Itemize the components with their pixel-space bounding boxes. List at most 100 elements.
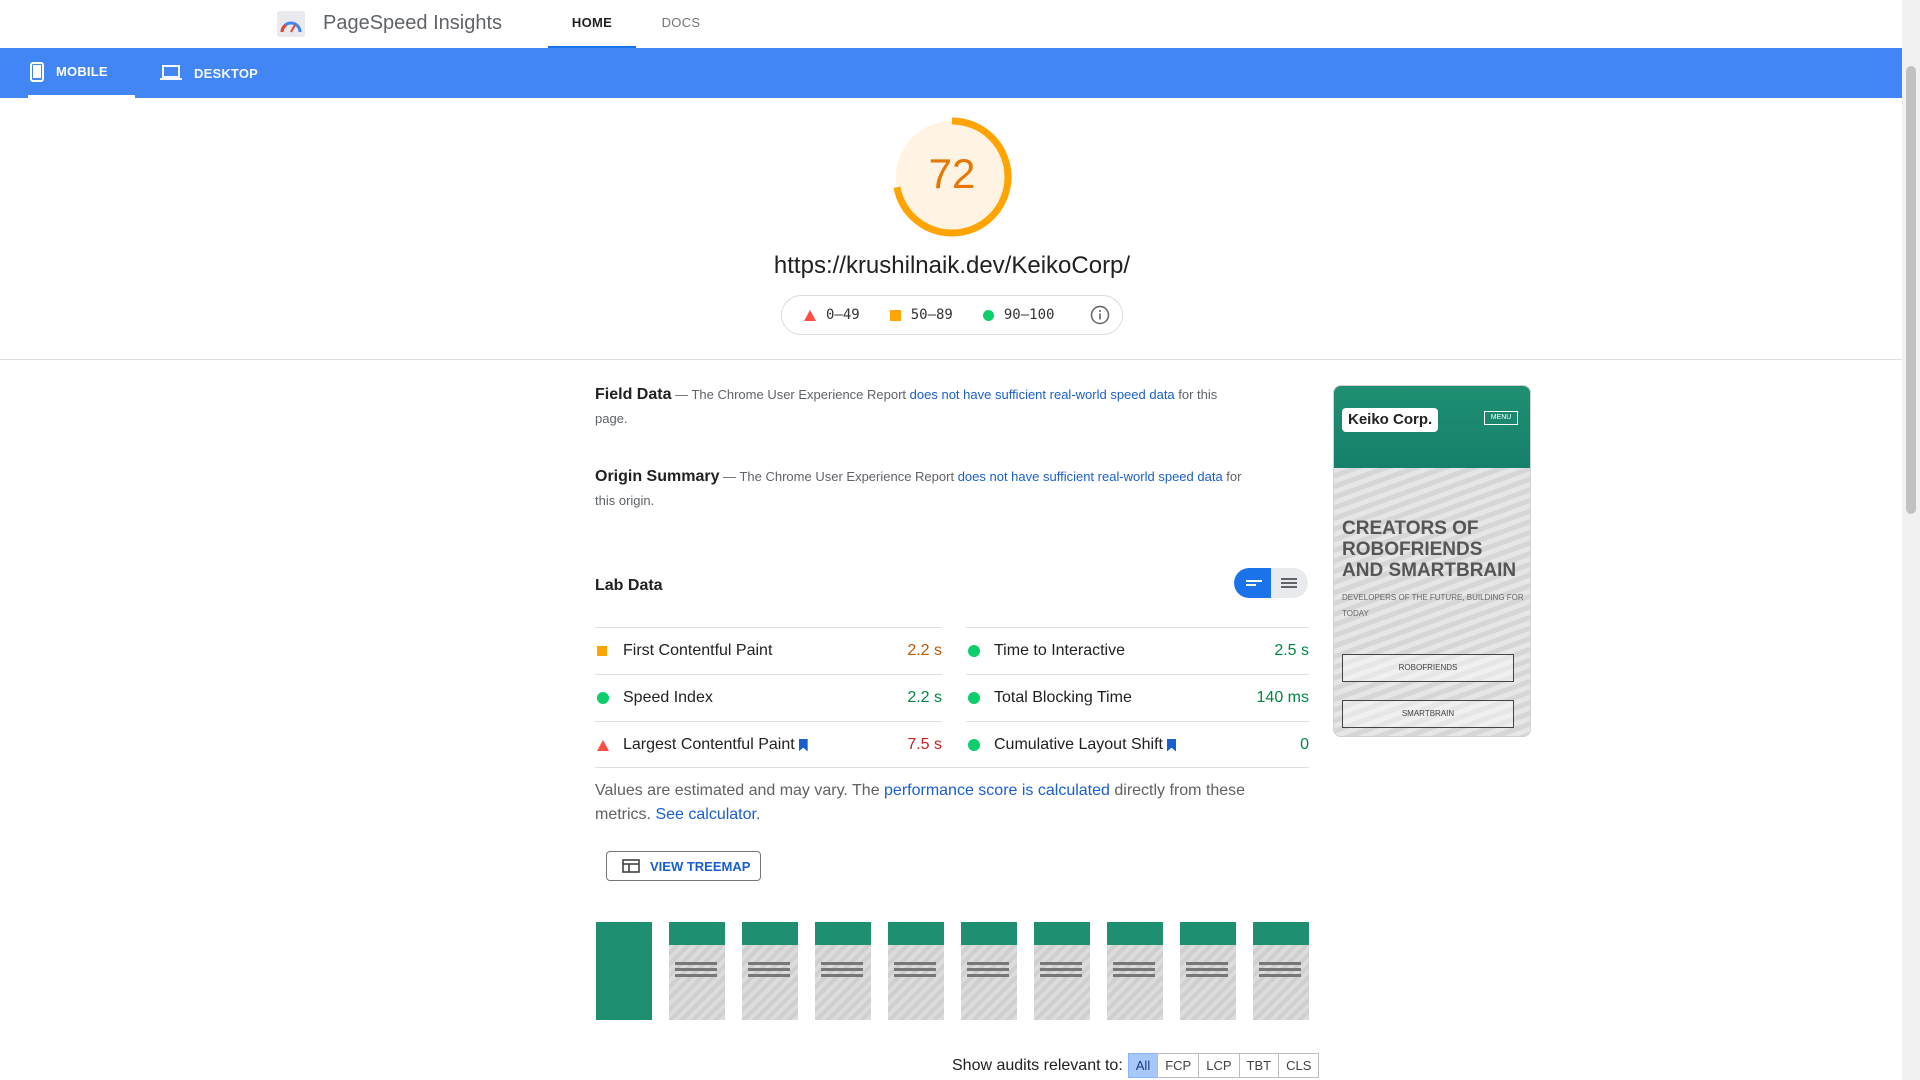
tab-mobile-label: MOBILE [56,64,108,79]
tab-desktop-label: DESKTOP [194,65,259,81]
metric-view-toggle[interactable] [1234,568,1308,598]
tab-mobile[interactable]: MOBILE [28,48,135,98]
metric-speed-index[interactable]: Speed Index 2.2 s [595,674,942,721]
legend-fail-range: 0–49 [826,307,860,323]
metric-status-icon [595,739,617,751]
filter-all-button[interactable]: All [1127,1053,1159,1078]
origin-summary-section: Origin Summary — The Chrome User Experie… [595,465,1245,513]
metric-lcp[interactable]: Largest Contentful Paint 7.5 s [595,721,942,768]
tab-desktop[interactable]: DESKTOP [160,48,258,98]
metric-label-text: Time to Interactive [994,642,1126,659]
metric-label: First Contentful Paint [623,642,907,660]
filmstrip-frame [742,922,798,1020]
vertical-scrollbar[interactable] [1902,0,1920,1080]
frame-text-line [1186,962,1228,965]
metric-value: 140 ms [1256,689,1309,706]
frame-header [888,922,944,945]
legend-pass: 90–100 [982,307,1054,323]
compact-view-button[interactable] [1234,568,1271,598]
score-calculated-link[interactable]: performance score is calculated [884,782,1110,799]
tested-url: https://krushilnaik.dev/KeikoCorp/ [773,252,1131,279]
filmstrip-frame [815,922,871,1020]
frame-text-line [821,968,863,971]
screenshot-logo: Keiko Corp. [1342,408,1439,432]
expanded-view-icon[interactable] [1271,568,1308,598]
frame-text-line [1113,962,1155,965]
view-treemap-label: VIEW TREEMAP [650,858,751,874]
frame-header [1253,922,1309,945]
metrics-bottom-divider [595,767,1309,768]
frame-body [1034,945,1090,1020]
frame-header [669,922,725,945]
metric-label: Speed Index [623,689,907,707]
app-title[interactable]: PageSpeed Insights [323,12,502,35]
pass-circle-icon [968,692,980,704]
metric-status-icon [966,739,988,751]
filter-lcp-button[interactable]: LCP [1198,1053,1240,1078]
metric-value: 0 [1300,736,1309,753]
final-screenshot: Keiko Corp. MENU CREATORS OF ROBOFRIENDS… [1333,385,1531,737]
top-header: PageSpeed Insights HOME DOCS [0,0,1902,48]
metric-status-icon [966,645,988,657]
filmstrip-frame [669,922,725,1020]
metric-tti[interactable]: Time to Interactive 2.5 s [966,627,1309,674]
performance-score: 72 [928,150,976,197]
frame-text-line [1040,968,1082,971]
field-data-link[interactable]: does not have sufficient real-world spee… [910,387,1175,402]
score-legend: 0–49 50–89 90–100 [781,295,1123,335]
frame-text-line [1259,962,1301,965]
smartphone-icon [30,61,44,82]
origin-summary-title: Origin Summary [595,468,720,485]
screenshot-button-robofriends: ROBOFRIENDS [1342,654,1514,682]
info-icon[interactable] [1090,305,1110,325]
tab-home[interactable]: HOME [548,0,636,48]
pass-circle-icon [968,739,980,751]
filmstrip-frame [1034,922,1090,1020]
metric-label-text: Cumulative Layout Shift [994,736,1163,753]
frame-text-line [675,962,717,965]
frame-body [742,945,798,1020]
frame-text-line [675,974,717,977]
screenshot-subheading: DEVELOPERS OF THE FUTURE, BUILDING FOR T… [1342,593,1524,618]
frame-body [888,945,944,1020]
pagespeed-logo-icon[interactable] [276,10,306,38]
metric-cls[interactable]: Cumulative Layout Shift 0 [966,721,1309,768]
frame-body [596,945,652,1020]
short-lines-icon [1246,580,1262,586]
view-treemap-button[interactable]: VIEW TREEMAP [606,851,761,881]
metric-fcp[interactable]: First Contentful Paint 2.2 s [595,627,942,674]
frame-header [742,922,798,945]
section-divider [0,359,1902,360]
frame-body [961,945,1017,1020]
metric-label: Cumulative Layout Shift [994,736,1300,754]
treemap-icon [622,859,640,873]
frame-text-line [967,968,1009,971]
origin-summary-link[interactable]: does not have sufficient real-world spee… [958,469,1223,484]
legend-average-range: 50–89 [910,307,953,323]
filmstrip [596,922,1309,1022]
frame-body [815,945,871,1020]
metric-label-text: Total Blocking Time [994,689,1132,706]
scrollbar-thumb[interactable] [1906,66,1916,514]
filter-fcp-button[interactable]: FCP [1157,1053,1200,1078]
frame-text-line [821,974,863,977]
metric-status-icon [595,646,617,656]
frame-text-line [1113,974,1155,977]
metric-tbt[interactable]: Total Blocking Time 140 ms [966,674,1309,721]
filter-cls-button[interactable]: CLS [1278,1053,1320,1078]
metric-status-icon [966,692,988,704]
frame-body [1107,945,1163,1020]
bookmark-icon [798,738,808,752]
see-calculator-link[interactable]: See calculator. [655,806,760,823]
frame-header [961,922,1017,945]
metric-value: 7.5 s [907,736,942,753]
filmstrip-frame [1107,922,1163,1020]
legend-average: 50–89 [889,307,953,323]
page: PageSpeed Insights HOME DOCS MOBILE DESK… [0,0,1920,1080]
filter-tbt-button[interactable]: TBT [1238,1053,1280,1078]
filmstrip-frame [888,922,944,1020]
audit-filter: Show audits relevant to: All FCP LCP TBT… [952,1053,1320,1078]
tab-docs[interactable]: DOCS [645,0,717,48]
frame-text-line [748,968,790,971]
frame-text-line [748,974,790,977]
